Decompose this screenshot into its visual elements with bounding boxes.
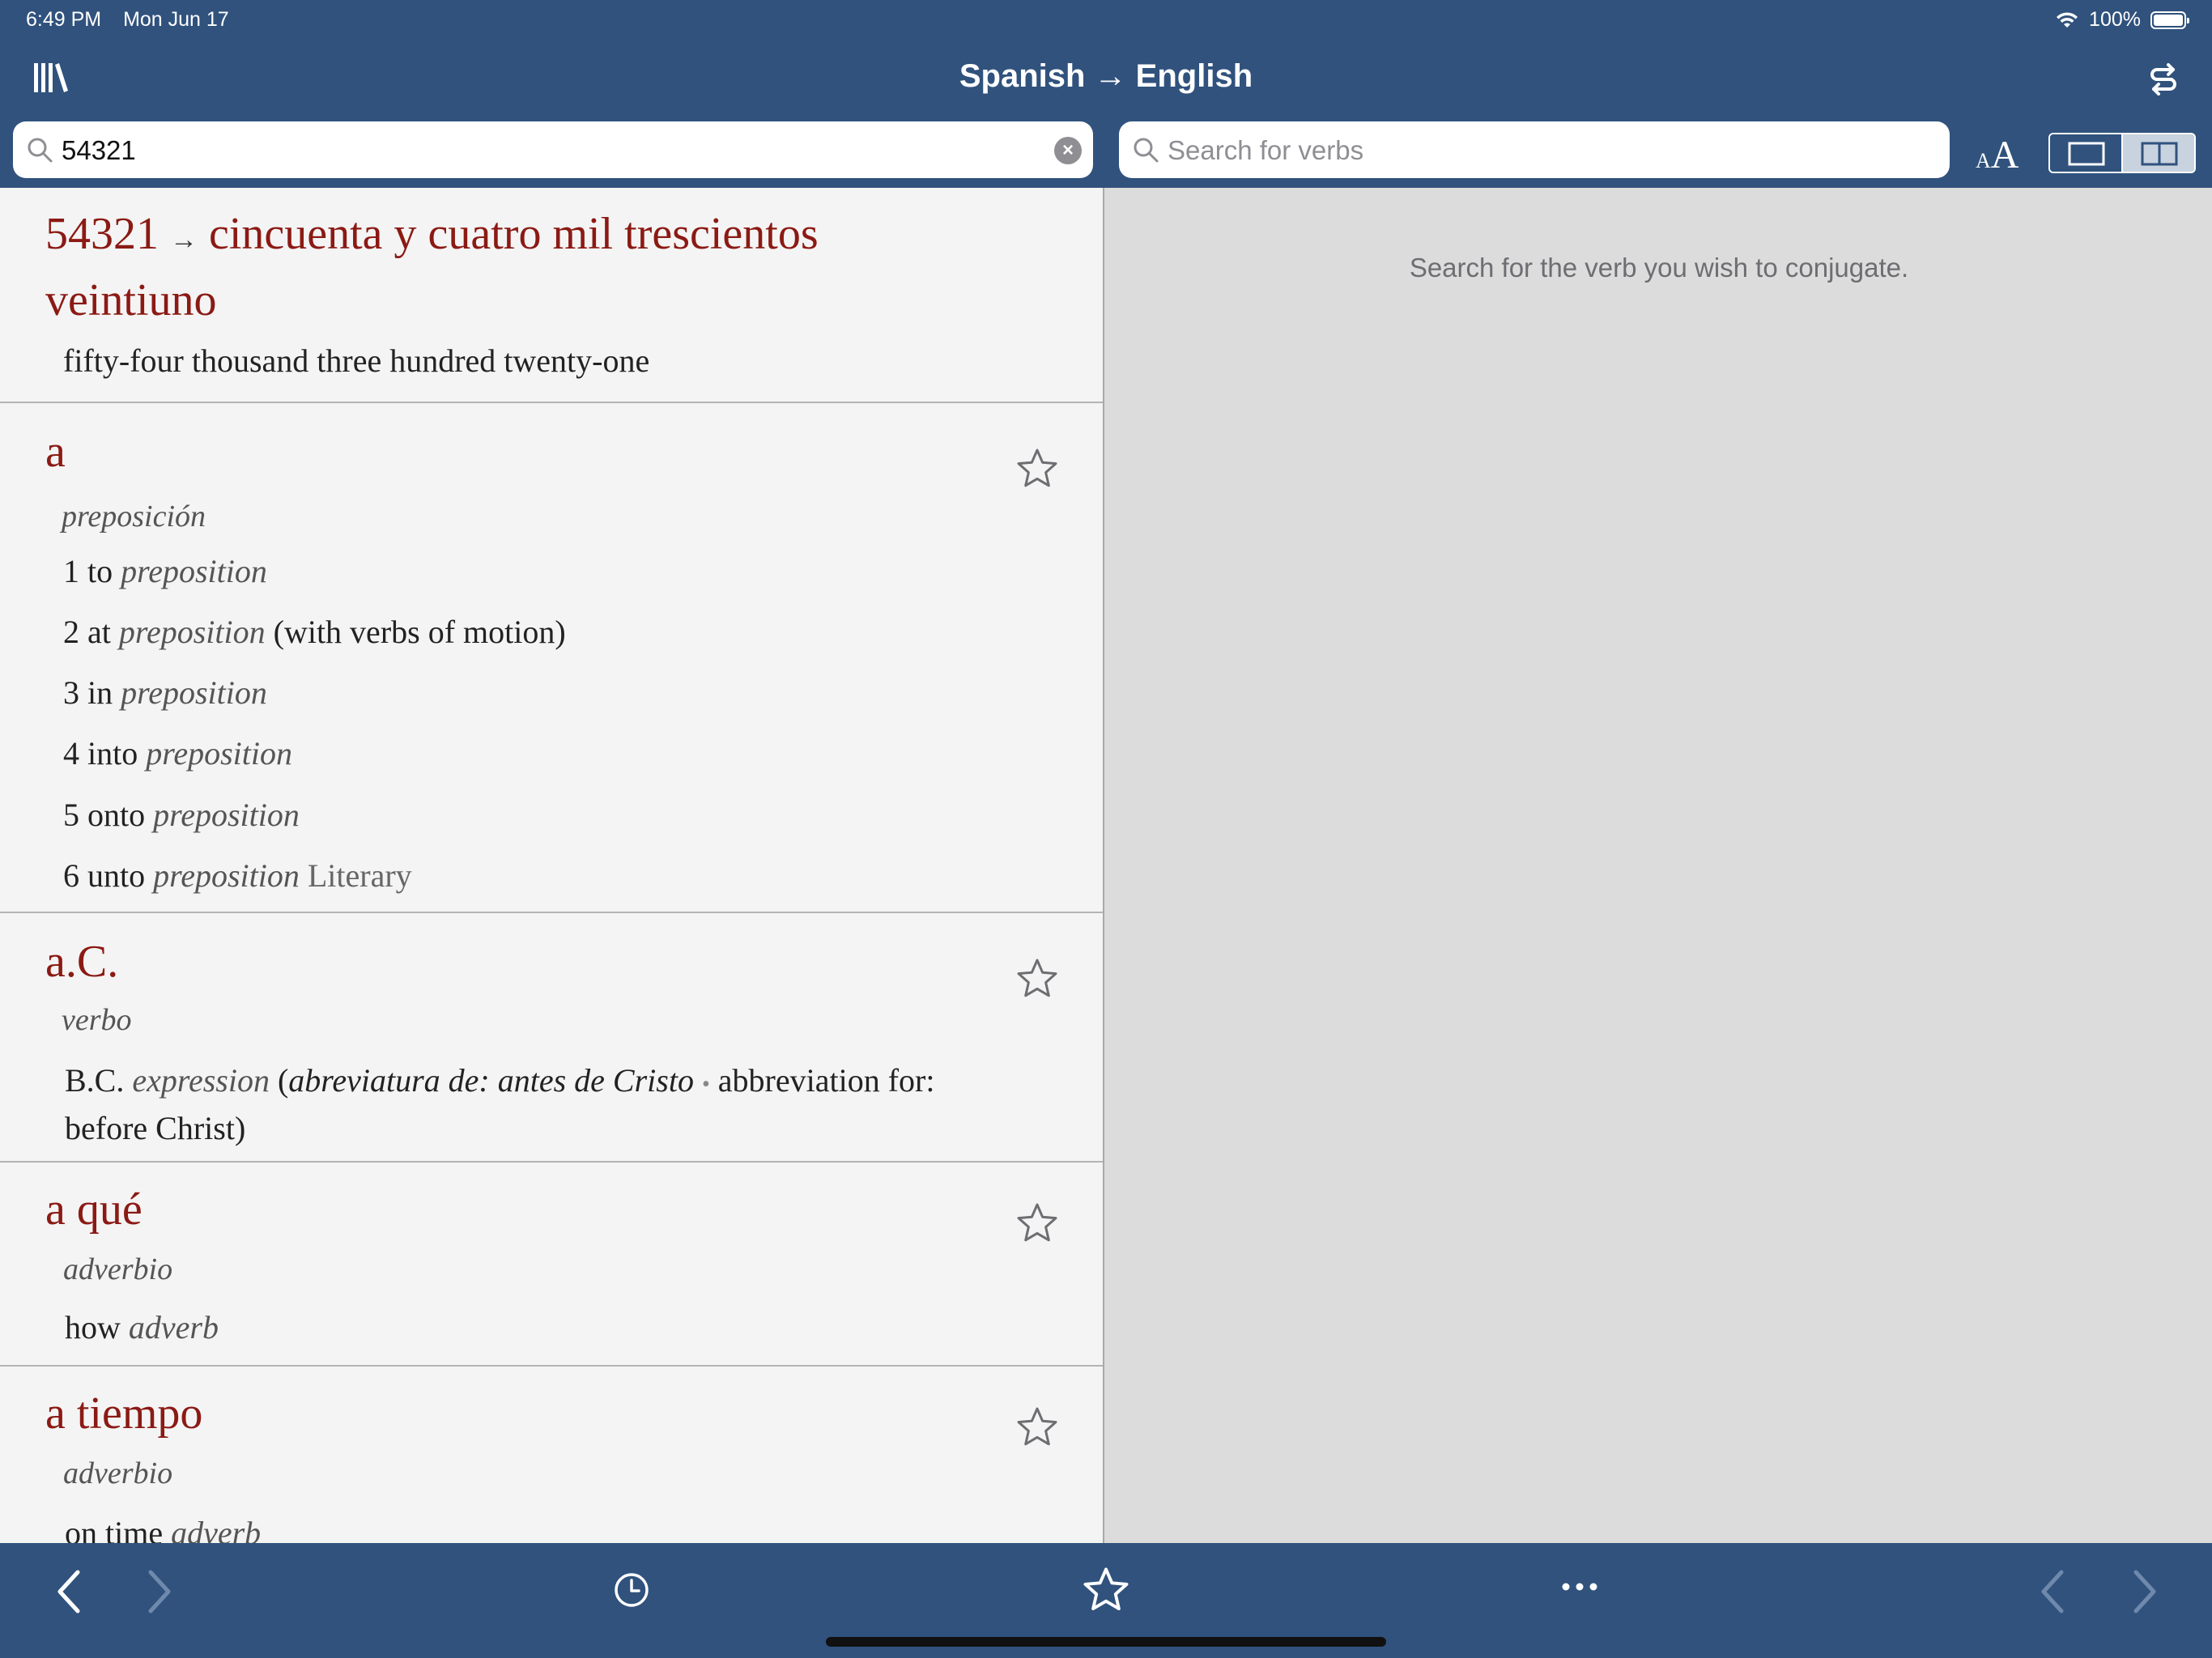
dictionary-results: 54321 → cincuenta y cuatro mil trescient… xyxy=(0,188,1104,1543)
status-date: Mon Jun 17 xyxy=(123,8,229,31)
more-options-icon[interactable] xyxy=(1561,1580,1598,1593)
history-clock-icon[interactable] xyxy=(612,1571,651,1609)
number-english-text: fifty-four thousand three hundred twenty… xyxy=(63,342,650,379)
nav-bar: Spanish → English xyxy=(0,39,2212,120)
definition-3: 3 in preposition xyxy=(63,674,267,711)
entry-a-tiempo[interactable]: a tiempo adverbio on time adverb xyxy=(0,1367,1103,1543)
verb-search-hint: Search for the verb you wish to conjugat… xyxy=(1409,253,1909,283)
definition-1: B.C. expression (abreviatura de: antes d… xyxy=(65,1062,935,1146)
split-pane-layout-button[interactable] xyxy=(2121,134,2194,172)
number-value: 54321 xyxy=(45,209,159,259)
definition-1: how adverb xyxy=(65,1309,219,1346)
number-entry[interactable]: 54321 → cincuenta y cuatro mil trescient… xyxy=(0,188,1103,403)
definition-1: on time adverb xyxy=(65,1515,262,1543)
part-of-speech: adverbio xyxy=(63,1252,173,1286)
forward-icon[interactable] xyxy=(143,1567,175,1616)
part-of-speech: verbo xyxy=(62,1003,132,1037)
search-row: × AA xyxy=(0,120,2212,188)
status-time: 6:49 PM xyxy=(26,8,102,31)
favorite-star-icon[interactable] xyxy=(1015,1201,1059,1245)
favorites-star-icon[interactable] xyxy=(1082,1566,1130,1614)
status-bar: 6:49 PM Mon Jun 17 100% xyxy=(0,0,2212,39)
definition-2: 2 at preposition (with verbs of motion) xyxy=(63,614,566,650)
single-pane-icon xyxy=(2068,142,2105,166)
back-icon[interactable] xyxy=(53,1567,86,1616)
entry-a[interactable]: a preposición 1 to preposition 2 at prepos… xyxy=(0,403,1103,913)
bottom-toolbar xyxy=(0,1543,2212,1658)
font-size-small-label: A xyxy=(1976,149,1991,172)
font-size-button[interactable]: AA xyxy=(1976,133,2018,177)
verb-search-box[interactable] xyxy=(1119,121,1950,178)
headword: a.C. xyxy=(45,937,119,987)
headword: a qué xyxy=(45,1184,143,1235)
battery-percent: 100% xyxy=(2089,8,2141,31)
headword: a tiempo xyxy=(45,1388,203,1439)
search-icon xyxy=(1134,138,1159,163)
entry-ac[interactable]: a.C. verbo B.C. expression (abreviatura … xyxy=(0,913,1103,1163)
favorite-star-icon[interactable] xyxy=(1015,957,1059,1001)
wifi-icon xyxy=(2057,11,2078,28)
previous-entry-icon[interactable] xyxy=(2037,1567,2069,1616)
verb-search-input[interactable] xyxy=(1166,130,1930,172)
single-pane-layout-button[interactable] xyxy=(2050,134,2121,172)
definition-6: 6 unto preposition Literary xyxy=(63,857,412,894)
definition-5: 5 onto preposition xyxy=(63,797,300,833)
favorite-star-icon[interactable] xyxy=(1015,447,1059,491)
definition-1: 1 to preposition xyxy=(63,553,267,589)
clear-search-icon[interactable]: × xyxy=(1054,137,1082,164)
next-entry-icon[interactable] xyxy=(2128,1567,2160,1616)
split-pane-icon xyxy=(2141,142,2178,166)
search-icon xyxy=(28,138,53,163)
number-arrow: → xyxy=(170,225,198,255)
favorite-star-icon[interactable] xyxy=(1015,1405,1059,1449)
page-title: Spanish → English xyxy=(959,58,1253,94)
headword: a xyxy=(45,427,66,477)
entry-a-que[interactable]: a qué adverbio how adverb xyxy=(0,1163,1103,1367)
number-spanish-text: cincuenta y cuatro mil trescientos xyxy=(209,209,819,259)
number-spanish-text-cont: veintiuno xyxy=(45,275,217,325)
home-indicator[interactable] xyxy=(826,1637,1386,1647)
dictionary-search-box[interactable]: × xyxy=(13,121,1093,178)
definition-4: 4 into preposition xyxy=(63,735,292,772)
font-size-big-label: A xyxy=(1990,134,2019,176)
swap-language-icon[interactable] xyxy=(2147,63,2180,96)
layout-toggle xyxy=(2048,133,2196,173)
dictionary-search-input[interactable] xyxy=(60,130,1035,172)
verb-conjugation-pane: Search for the verb you wish to conjugat… xyxy=(1106,188,2212,1543)
battery-icon xyxy=(2150,11,2189,29)
part-of-speech: preposición xyxy=(62,500,206,534)
part-of-speech: adverbio xyxy=(63,1456,173,1490)
